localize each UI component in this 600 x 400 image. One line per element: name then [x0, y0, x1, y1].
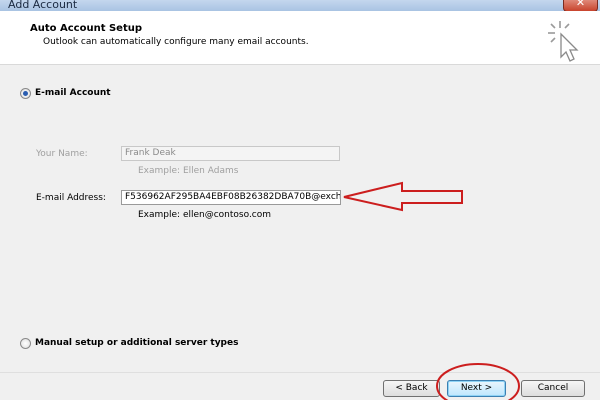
email-address-example: Example: ellen@contoso.com — [138, 210, 272, 220]
wizard-header: Auto Account Setup Outlook can automatic… — [0, 11, 600, 65]
footer-divider — [0, 372, 600, 373]
email-account-label[interactable]: E-mail Account — [35, 88, 111, 98]
window-title: Add Account — [8, 0, 78, 11]
close-icon: ✕ — [575, 0, 586, 9]
cursor-sparkle-icon — [548, 21, 579, 62]
next-button[interactable]: Next > — [447, 380, 506, 397]
page-title: Auto Account Setup — [30, 23, 142, 34]
back-button[interactable]: < Back — [383, 380, 440, 397]
red-arrow-annotation — [343, 181, 463, 212]
manual-setup-radio[interactable] — [20, 338, 31, 349]
page-subtitle: Outlook can automatically configure many… — [43, 37, 309, 47]
your-name-label: Your Name: — [36, 149, 88, 159]
cancel-button[interactable]: Cancel — [521, 380, 585, 397]
email-account-radio[interactable] — [20, 88, 31, 99]
your-name-field[interactable]: Frank Deak — [121, 146, 340, 161]
your-name-example: Example: Ellen Adams — [138, 166, 239, 176]
title-bar: Add Account ✕ — [0, 0, 600, 12]
manual-setup-label[interactable]: Manual setup or additional server types — [35, 338, 238, 348]
email-address-field[interactable]: F536962AF295BA4EBF08B26382DBA70B@exchan — [121, 190, 341, 205]
email-address-label: E-mail Address: — [36, 193, 106, 203]
